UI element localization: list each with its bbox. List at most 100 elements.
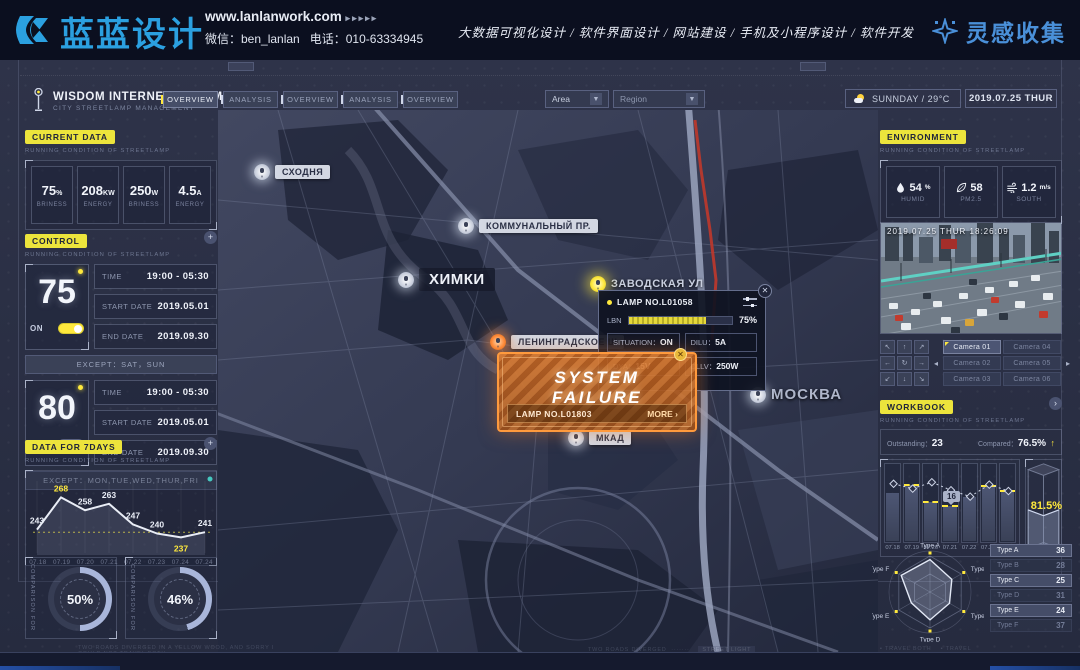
type-radar-panel: Type AType BType CType DType EType F Typ… <box>872 540 1072 642</box>
failure-lamp-id: LAMP NO.L01803 <box>516 409 592 419</box>
panel-badge: CONTROL <box>25 234 87 248</box>
situation-cell: SITUATION：ON <box>607 333 680 352</box>
arrows-icon: ▸▸▸▸▸ <box>346 13 379 23</box>
humidity-tile: 54% HUMID <box>886 166 940 218</box>
logo-wordmark: 蓝蓝设计 <box>60 7 204 56</box>
type-row-f[interactable]: Type F37 <box>990 619 1072 632</box>
wechat-label: 微信：ben_lanlan <box>205 32 300 46</box>
camera-03-button[interactable]: Camera 03 <box>943 372 1001 386</box>
pan-downright-button[interactable]: ↘ <box>914 372 929 386</box>
map-pin-skhodnya[interactable]: СХОДНЯ <box>254 164 330 180</box>
pin-label: СХОДНЯ <box>275 165 330 179</box>
tab-analysis-2[interactable]: ANALYSIS <box>343 91 398 108</box>
close-icon[interactable]: ✕ <box>758 284 772 298</box>
workbook-stats: Outstanding：23 Compared：76.5% ↑ <box>880 429 1062 455</box>
tab-overview-2[interactable]: OVERVIEW <box>283 91 338 108</box>
tab-overview-3[interactable]: OVERVIEW <box>403 91 458 108</box>
time-row[interactable]: TIME19:00 - 05:30 <box>94 264 217 289</box>
pan-upleft-button[interactable]: ↖ <box>880 340 895 354</box>
environment-panel: ENVIRONMENT RUNNING CONDITION OF STREETL… <box>880 127 1062 224</box>
pan-downleft-button[interactable]: ↙ <box>880 372 895 386</box>
camera-05-button[interactable]: Camera 05 <box>1003 356 1061 370</box>
lanlan-logo-icon <box>14 10 54 50</box>
metric-tile: 250W BRINESS <box>123 166 165 224</box>
start-date-row[interactable]: START DATE2019.05.01 <box>94 294 217 319</box>
pin-label: ХИМКИ <box>419 268 495 291</box>
tab-overview-1[interactable]: OVERVIEW <box>163 91 218 108</box>
map-pin-kommunalny[interactable]: КОММУНАЛЬНЫЙ ПР. <box>458 218 598 234</box>
brightness-fill <box>629 317 707 324</box>
system-failure-popup: ✕ SYSTEM FAILURE LAMP NO.L01803 MORE › <box>497 352 697 432</box>
svg-text:258: 258 <box>78 496 92 506</box>
ring-gauge: 50% <box>48 567 112 631</box>
camera-06-button[interactable]: Camera 06 <box>1003 372 1061 386</box>
radar-chart: Type AType BType CType DType EType F <box>872 540 984 642</box>
camera-04-button[interactable]: Camera 04 <box>1003 340 1061 354</box>
brightness-level-box: 75 ON <box>25 264 89 350</box>
bottom-bar <box>0 652 1080 670</box>
svg-text:Type C: Type C <box>971 613 984 620</box>
type-row-b[interactable]: Type B28 <box>990 559 1072 572</box>
end-date-row[interactable]: END DATE2019.09.30 <box>94 324 217 349</box>
inspiration-collect[interactable]: 灵感收集 <box>932 14 1066 48</box>
schedule-toggle[interactable] <box>58 323 84 334</box>
svg-text:Type D: Type D <box>920 637 941 643</box>
metric-tile: 75% BRINESS <box>31 166 73 224</box>
type-row-d[interactable]: Type D31 <box>990 589 1072 602</box>
refresh-button[interactable]: ↻ <box>897 356 912 370</box>
camera-02-button[interactable]: Camera 02 <box>943 356 1001 370</box>
lamp-pin-icon <box>254 164 270 180</box>
pan-right-button[interactable]: → <box>914 356 929 370</box>
lamp-pin-icon <box>398 272 414 288</box>
ring-gauge: 46% <box>148 567 212 631</box>
type-row-e[interactable]: Type E24 <box>990 604 1072 617</box>
weather-widget: SUNNDAY / 29°C <box>845 89 961 108</box>
camera-timestamp: 2019.07.25 THUR 18:26:09 <box>887 227 1009 236</box>
brightness-bar[interactable] <box>628 316 733 325</box>
chevron-down-icon: ▼ <box>686 93 698 105</box>
pan-down-button[interactable]: ↓ <box>897 372 912 386</box>
type-row-a[interactable]: Type A36 <box>990 544 1072 557</box>
camera-next-button[interactable]: ▸ <box>1066 359 1070 368</box>
comparison-panel: COMPARISON FOR 50% COMPARISON FOR 46% <box>25 557 217 639</box>
seven-day-line-chart: 243268258263247240237241 07.1807.1907.20… <box>25 470 217 566</box>
svg-text:243: 243 <box>30 516 44 526</box>
sliders-icon[interactable] <box>743 298 757 306</box>
dilu-cell: DILU：5A <box>685 333 758 352</box>
time-row[interactable]: TIME19:00 - 05:30 <box>94 380 217 405</box>
panel-badge: ENVIRONMENT <box>880 130 966 144</box>
more-button[interactable]: MORE › <box>647 409 678 419</box>
status-dot-icon <box>607 300 612 305</box>
up-arrow-icon: ↑ <box>1051 438 1056 448</box>
pm25-tile: 58 PM2.5 <box>944 166 998 218</box>
bulb-icon <box>78 385 83 390</box>
droplet-icon <box>895 182 906 193</box>
pan-up-button[interactable]: ↑ <box>897 340 912 354</box>
gauge-card: COMPARISON FOR 50% <box>25 557 117 639</box>
type-row-c[interactable]: Type C25 <box>990 574 1072 587</box>
svg-text:Type F: Type F <box>872 566 889 573</box>
close-icon[interactable]: ✕ <box>674 348 687 361</box>
pin-label: МОСКВА <box>771 386 842 403</box>
add-schedule-button[interactable]: + <box>204 231 217 244</box>
pin-label: ЗАВОДСКАЯ УЛ <box>611 278 703 290</box>
map-pin-mkad[interactable]: МКАД <box>568 430 631 446</box>
more-workbook-button[interactable]: › <box>1049 397 1062 410</box>
area-select[interactable]: Area▼ <box>545 90 609 108</box>
metric-tile: 208KW ENERGY <box>77 166 119 224</box>
map-pin-khimki[interactable]: ХИМКИ <box>398 268 495 291</box>
start-date-row[interactable]: START DATE2019.05.01 <box>94 410 217 435</box>
failure-title: SYSTEM FAILURE <box>509 368 685 408</box>
svg-text:263: 263 <box>102 490 116 500</box>
tab-analysis-1[interactable]: ANALYSIS <box>223 91 278 108</box>
camera-01-button[interactable]: Camera 01 <box>943 340 1001 354</box>
region-select[interactable]: Region▼ <box>613 90 705 108</box>
svg-text:Type E: Type E <box>872 613 890 620</box>
camera-feed[interactable]: 2019.07.25 THUR 18:26:09 <box>880 222 1062 334</box>
expand-chart-button[interactable]: + <box>204 437 217 450</box>
website-link[interactable]: www.lanlanwork.com ▸▸▸▸▸ <box>205 9 423 24</box>
camera-prev-button[interactable]: ◂ <box>934 359 938 368</box>
pan-left-button[interactable]: ← <box>880 356 895 370</box>
pan-upright-button[interactable]: ↗ <box>914 340 929 354</box>
dashboard-screen: 蓝蓝设计 www.lanlanwork.com ▸▸▸▸▸ 微信：ben_lan… <box>0 0 1080 670</box>
